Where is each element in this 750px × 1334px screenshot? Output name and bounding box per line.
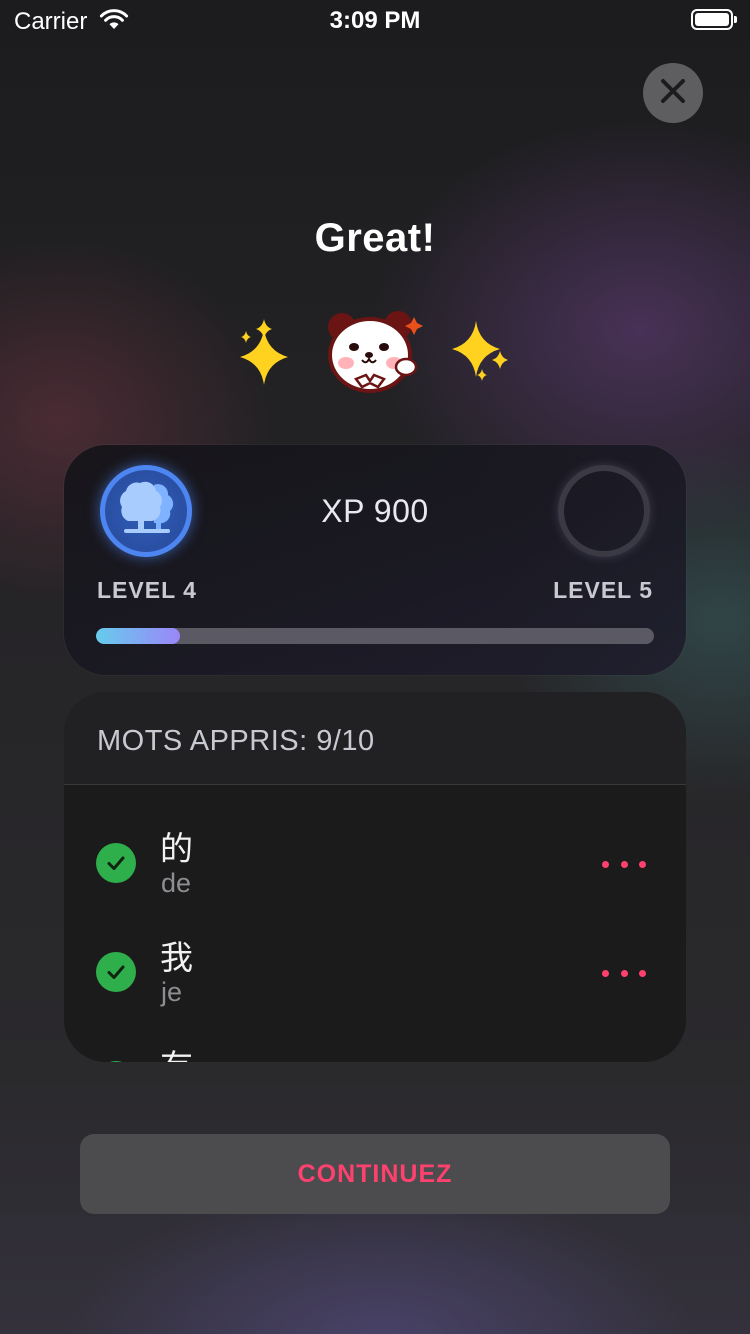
close-icon bbox=[660, 78, 686, 109]
panda-mascot-icon bbox=[322, 305, 426, 406]
word-row[interactable]: 的 de bbox=[64, 806, 686, 906]
more-dots-icon[interactable] bbox=[602, 963, 646, 983]
continue-button[interactable]: CONTINUEZ bbox=[80, 1134, 670, 1214]
more-dots-icon[interactable] bbox=[602, 854, 646, 874]
word-translation: de bbox=[161, 868, 192, 898]
checkmark-icon bbox=[96, 1061, 136, 1062]
status-bar: Carrier 3:09 PM bbox=[0, 0, 750, 40]
celebration-mascot bbox=[0, 305, 750, 405]
next-level-badge bbox=[558, 465, 650, 557]
xp-progress-bar bbox=[96, 628, 654, 644]
sparkles-icon bbox=[448, 321, 518, 396]
close-button[interactable] bbox=[643, 63, 703, 123]
next-level-label: LEVEL 5 bbox=[553, 577, 653, 603]
page-title: Great! bbox=[314, 216, 436, 260]
word-hanzi: 有 bbox=[160, 1040, 193, 1062]
xp-progress-fill bbox=[96, 628, 180, 644]
word-hanzi: 的 bbox=[160, 829, 193, 868]
word-row[interactable]: 有 bbox=[64, 1024, 686, 1062]
learned-words-card: MOTS APPRIS: 9/10 的 de 我 je 有 bbox=[64, 692, 686, 1062]
word-hanzi: 我 bbox=[160, 938, 193, 977]
checkmark-icon bbox=[96, 952, 136, 992]
learned-words-header: MOTS APPRIS: 9/10 bbox=[64, 692, 686, 785]
word-translation: je bbox=[161, 977, 183, 1007]
clock: 3:09 PM bbox=[329, 7, 421, 34]
current-level-label: LEVEL 4 bbox=[97, 577, 197, 603]
learned-words-title: MOTS APPRIS: 9/10 bbox=[97, 725, 375, 757]
word-row[interactable]: 我 je bbox=[64, 915, 686, 1015]
sparkles-icon bbox=[234, 319, 304, 394]
checkmark-icon bbox=[96, 843, 136, 883]
xp-card: XP 900 LEVEL 4 LEVEL 5 bbox=[64, 445, 686, 675]
battery-icon bbox=[691, 9, 737, 30]
